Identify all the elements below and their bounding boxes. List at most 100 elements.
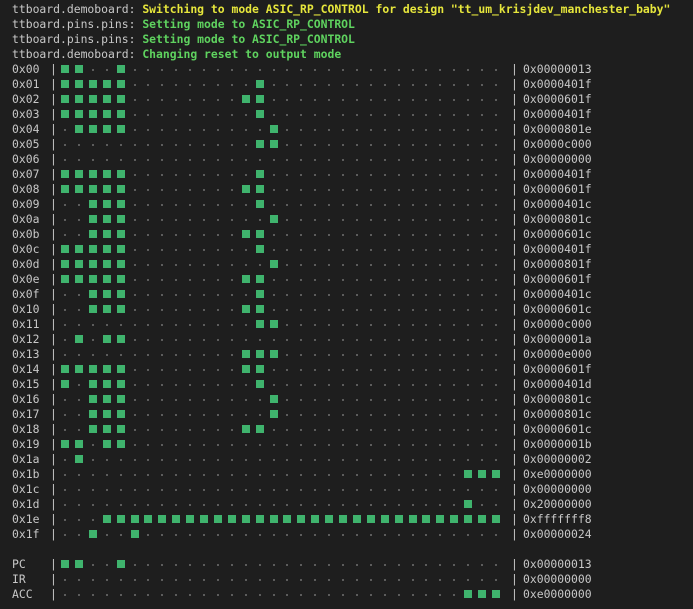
- bit-off: [228, 302, 237, 317]
- bit-off: [422, 122, 431, 137]
- bit-off: [214, 182, 223, 197]
- bit-off: [270, 167, 279, 182]
- bit-off: [478, 347, 487, 362]
- bit-off: [395, 257, 404, 272]
- bit-off: [395, 62, 404, 77]
- memory-row-label: 0x1e: [12, 512, 40, 526]
- bit-off: [478, 377, 487, 392]
- bit-off: [464, 137, 473, 152]
- bit-off: [61, 497, 70, 512]
- bit-off: [478, 422, 487, 437]
- bit-off: [492, 572, 501, 587]
- bit-off: [172, 287, 181, 302]
- bit-off: [367, 437, 376, 452]
- bit-off: [200, 452, 209, 467]
- bit-off: [492, 527, 501, 542]
- bit-off: [270, 62, 279, 77]
- bit-on: [88, 227, 98, 242]
- bit-off: [311, 377, 320, 392]
- bit-off: [214, 272, 223, 287]
- bit-cells: [61, 212, 505, 227]
- bit-off: [172, 317, 181, 332]
- bit-off: [214, 452, 223, 467]
- bit-on: [269, 392, 279, 407]
- bit-off: [228, 497, 237, 512]
- bit-off: [158, 362, 167, 377]
- bit-off: [381, 107, 390, 122]
- bit-off: [256, 437, 265, 452]
- bit-off: [172, 302, 181, 317]
- separator-right: |: [511, 572, 518, 586]
- bit-off: [186, 572, 195, 587]
- memory-row: 0x0a | | 0x0000801c: [0, 212, 693, 227]
- bit-off: [436, 92, 445, 107]
- bit-off: [381, 302, 390, 317]
- bit-off: [214, 422, 223, 437]
- memory-row-label: 0x14: [12, 362, 40, 376]
- bit-off: [492, 107, 501, 122]
- bit-off: [131, 467, 140, 482]
- bit-on: [61, 437, 70, 452]
- bit-off: [144, 332, 153, 347]
- bit-on: [408, 512, 418, 527]
- bit-off: [409, 437, 418, 452]
- separator-right: |: [511, 422, 518, 436]
- bit-on: [116, 272, 126, 287]
- bit-off: [311, 197, 320, 212]
- bit-on: [116, 392, 126, 407]
- bit-off: [367, 557, 376, 572]
- bit-off: [395, 362, 404, 377]
- bit-off: [464, 392, 473, 407]
- bit-off: [478, 527, 487, 542]
- bit-off: [353, 437, 362, 452]
- bit-off: [464, 227, 473, 242]
- bit-cells: [61, 392, 505, 407]
- bit-off: [186, 302, 195, 317]
- bit-off: [200, 212, 209, 227]
- bit-off: [492, 362, 501, 377]
- bit-off: [242, 197, 251, 212]
- bit-off: [450, 107, 459, 122]
- bit-off: [395, 572, 404, 587]
- bit-off: [311, 107, 320, 122]
- bit-off: [492, 332, 501, 347]
- bit-off: [256, 407, 265, 422]
- bit-off: [200, 62, 209, 77]
- bit-off: [158, 122, 167, 137]
- bit-off: [270, 272, 279, 287]
- bit-off: [367, 197, 376, 212]
- bit-off: [200, 302, 209, 317]
- separator-left: |: [50, 242, 57, 256]
- log-message: Setting mode to ASIC_RP_CONTROL: [142, 32, 355, 46]
- bit-off: [353, 197, 362, 212]
- bit-on: [116, 212, 126, 227]
- bit-on: [241, 92, 251, 107]
- bit-cells: [61, 467, 505, 482]
- bit-off: [297, 437, 306, 452]
- bit-off: [395, 392, 404, 407]
- bit-on: [269, 137, 279, 152]
- bit-off: [172, 227, 181, 242]
- memory-row-label: 0x12: [12, 332, 40, 346]
- separator-left: |: [50, 557, 57, 571]
- bit-off: [422, 272, 431, 287]
- bit-off: [464, 422, 473, 437]
- bit-off: [131, 482, 140, 497]
- bit-off: [131, 302, 140, 317]
- bit-off: [436, 572, 445, 587]
- bit-on: [241, 272, 251, 287]
- bit-on: [88, 197, 98, 212]
- bit-off: [422, 572, 431, 587]
- bit-on: [255, 197, 265, 212]
- bit-off: [464, 572, 473, 587]
- bit-off: [297, 62, 306, 77]
- bit-off: [381, 137, 390, 152]
- bit-off: [103, 317, 112, 332]
- bit-off: [297, 107, 306, 122]
- bit-off: [450, 212, 459, 227]
- bit-off: [339, 152, 348, 167]
- bit-off: [297, 377, 306, 392]
- bit-on: [464, 587, 473, 602]
- bit-off: [228, 227, 237, 242]
- bit-cells: [61, 287, 505, 302]
